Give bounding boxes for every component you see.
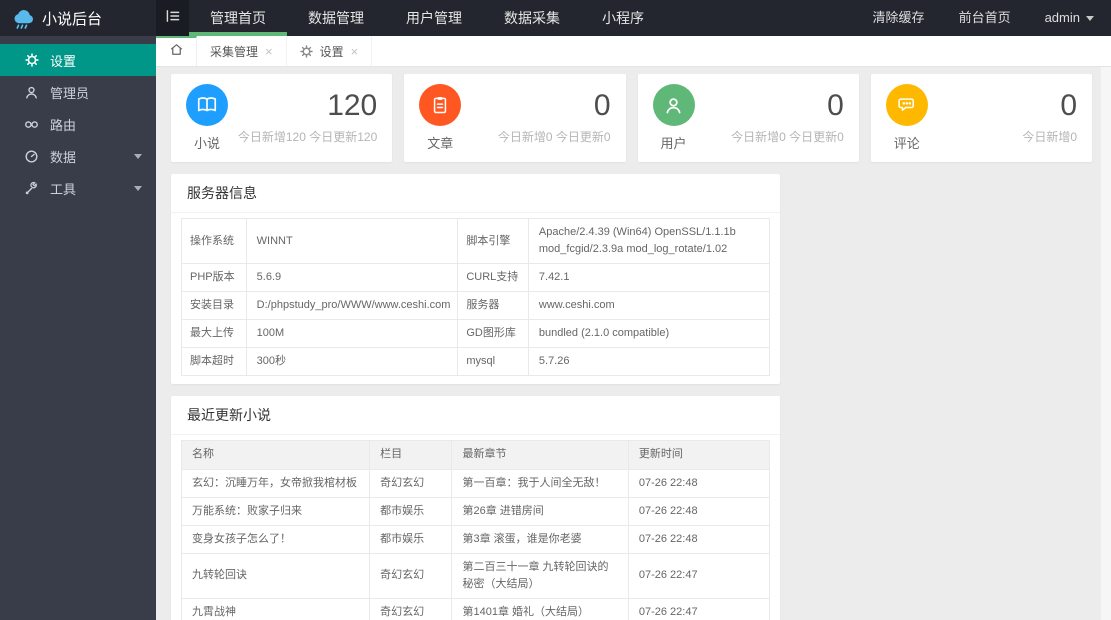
username: admin (1044, 10, 1080, 25)
sidebar-item-label: 设置 (50, 53, 77, 69)
stat-card-articles: 文章 0 今日新增0 今日更新0 (404, 74, 626, 162)
tools-icon (24, 181, 39, 196)
comment-icon (885, 84, 928, 126)
brand: 小说后台 (0, 0, 156, 36)
tab-bar: 采集管理 × 设置 × (156, 36, 1111, 67)
stat-label: 文章 (427, 136, 454, 151)
table-row: 安装目录 D:/phpstudy_pro/WWW/www.ceshi.com 服… (181, 291, 771, 321)
table-row: 玄幻：沉睡万年，女帝掀我棺材板 奇幻玄幻 第一百章：我于人间全无敌！ 07-26… (180, 468, 771, 498)
table-row: PHP版本 5.6.9 CURL支持 7.42.1 (181, 263, 771, 293)
sidebar-item-data[interactable]: 数据 (0, 140, 156, 172)
recent-novels-panel: 最近更新小说 名称 栏目 最新章节 更新时间 玄幻：沉睡万年，女帝掀我棺材板 奇… (171, 396, 780, 620)
tab-settings[interactable]: 设置 × (287, 36, 373, 66)
front-home-link[interactable]: 前台首页 (942, 0, 1028, 36)
nav-item-user-manage[interactable]: 用户管理 (385, 0, 483, 36)
column-header: 最新章节 (451, 440, 629, 470)
admin-app: 小说后台 管理首页 数据管理 用户管理 数据采集 小程序 清除缓存 前台首页 a… (0, 0, 1111, 620)
stat-card-novels: 小说 120 今日新增120 今日更新120 (171, 74, 393, 162)
nav-item-data-manage[interactable]: 数据管理 (287, 0, 385, 36)
stat-label: 评论 (893, 136, 920, 151)
chevron-down-icon (134, 185, 142, 191)
close-icon[interactable]: × (265, 45, 273, 58)
table-row: 九霄战神 奇幻玄幻 第1401章 婚礼（大结局） 07-26 22:47 (180, 597, 771, 620)
stat-subtitle: 今日新增0 今日更新0 (731, 130, 844, 144)
book-icon (186, 84, 228, 126)
stat-subtitle: 今日新增120 今日更新120 (237, 130, 378, 144)
stat-cards-row: 小说 120 今日新增120 今日更新120 文章 0 今日新增0 今日更新0 … (171, 74, 1092, 162)
nav-item-data-collect[interactable]: 数据采集 (483, 0, 581, 36)
sidebar-toggle-button[interactable] (156, 0, 189, 36)
clear-cache-button[interactable]: 清除缓存 (856, 0, 942, 36)
table-header-row: 名称 栏目 最新章节 更新时间 (180, 440, 771, 470)
column-header: 栏目 (369, 440, 453, 470)
table-row: 九转轮回诀 奇幻玄幻 第二百三十一章 九转轮回诀的秘密（大结局） 07-26 2… (180, 552, 771, 599)
column-header: 更新时间 (627, 440, 771, 470)
route-icon (24, 117, 39, 132)
sidebar-item-admins[interactable]: 管理员 (0, 76, 156, 108)
column-header: 名称 (180, 440, 371, 470)
sidebar-item-label: 管理员 (50, 85, 90, 101)
stat-subtitle: 今日新增0 今日更新0 (497, 130, 611, 144)
article-icon (419, 84, 462, 126)
app-title: 小说后台 (42, 10, 103, 28)
user-icon (24, 85, 39, 100)
gear-icon (24, 53, 39, 68)
stat-card-users: 用户 0 今日新增0 今日更新0 (637, 74, 859, 162)
header-actions: 清除缓存 前台首页 admin (856, 0, 1111, 36)
cloud-rain-icon (11, 6, 35, 30)
table-row: 万能系统：败家子归来 都市娱乐 第26章 进错房间 07-26 22:48 (180, 496, 771, 526)
top-header: 小说后台 管理首页 数据管理 用户管理 数据采集 小程序 清除缓存 前台首页 a… (0, 0, 1111, 36)
table-row: 变身女孩子怎么了！ 都市娱乐 第3章 滚蛋，谁是你老婆 07-26 22:48 (180, 524, 771, 554)
tab-label: 设置 (319, 44, 344, 59)
stat-value: 0 (593, 89, 611, 122)
table-row: 操作系统 WINNT 脚本引擎 Apache/2.4.39 (Win64) Op… (181, 217, 771, 265)
sidebar-item-settings[interactable]: 设置 (0, 44, 156, 76)
stat-label: 用户 (660, 136, 687, 151)
recent-novels-table: 名称 栏目 最新章节 更新时间 玄幻：沉睡万年，女帝掀我棺材板 奇幻玄幻 第一百… (180, 440, 771, 620)
stat-value: 0 (827, 89, 844, 122)
chevron-down-icon (134, 153, 142, 159)
panel-title: 服务器信息 (171, 174, 780, 213)
sidebar-item-label: 工具 (50, 181, 77, 197)
stat-value: 120 (327, 89, 378, 122)
stat-card-comments: 评论 0 今日新增0 (870, 74, 1092, 162)
table-row: 脚本超时 300秒 mysql 5.7.26 (181, 347, 771, 377)
tab-home[interactable] (156, 36, 197, 66)
home-icon (169, 42, 184, 62)
server-info-panel: 服务器信息 操作系统 WINNT 脚本引擎 Apache/2.4.39 (Win… (171, 174, 780, 385)
stat-label: 小说 (193, 136, 220, 151)
sidebar-item-routes[interactable]: 路由 (0, 108, 156, 140)
user-icon (652, 84, 695, 126)
stat-subtitle: 今日新增0 (1022, 130, 1077, 144)
main-area: 采集管理 × 设置 × 小说 120 今日新增120 今日更新120 文章 0 … (156, 36, 1111, 620)
tab-collect-manage[interactable]: 采集管理 × (197, 36, 287, 66)
server-info-table: 操作系统 WINNT 脚本引擎 Apache/2.4.39 (Win64) Op… (181, 217, 771, 377)
tab-label: 采集管理 (210, 44, 259, 59)
table-row: 最大上传 100M GD图形库 bundled (2.1.0 compatibl… (181, 319, 771, 349)
collapse-menu-icon (165, 8, 181, 29)
sidebar-item-label: 路由 (50, 117, 77, 133)
gauge-icon (24, 149, 39, 164)
dashboard-content: 小说 120 今日新增120 今日更新120 文章 0 今日新增0 今日更新0 … (156, 67, 1100, 620)
sidebar: 设置 管理员 路由 数据 工具 (0, 36, 156, 620)
sidebar-item-tools[interactable]: 工具 (0, 172, 156, 204)
gear-icon (299, 44, 313, 58)
top-nav: 管理首页 数据管理 用户管理 数据采集 小程序 (189, 0, 665, 36)
panel-title: 最近更新小说 (171, 396, 780, 436)
nav-item-mini-program[interactable]: 小程序 (581, 0, 665, 36)
vertical-scrollbar[interactable] (1100, 67, 1111, 620)
stat-value: 0 (1060, 89, 1077, 122)
close-icon[interactable]: × (351, 45, 359, 58)
nav-item-admin-home[interactable]: 管理首页 (189, 0, 287, 36)
sidebar-item-label: 数据 (50, 149, 77, 165)
user-menu[interactable]: admin (1028, 0, 1111, 36)
chevron-down-icon (1086, 15, 1094, 21)
